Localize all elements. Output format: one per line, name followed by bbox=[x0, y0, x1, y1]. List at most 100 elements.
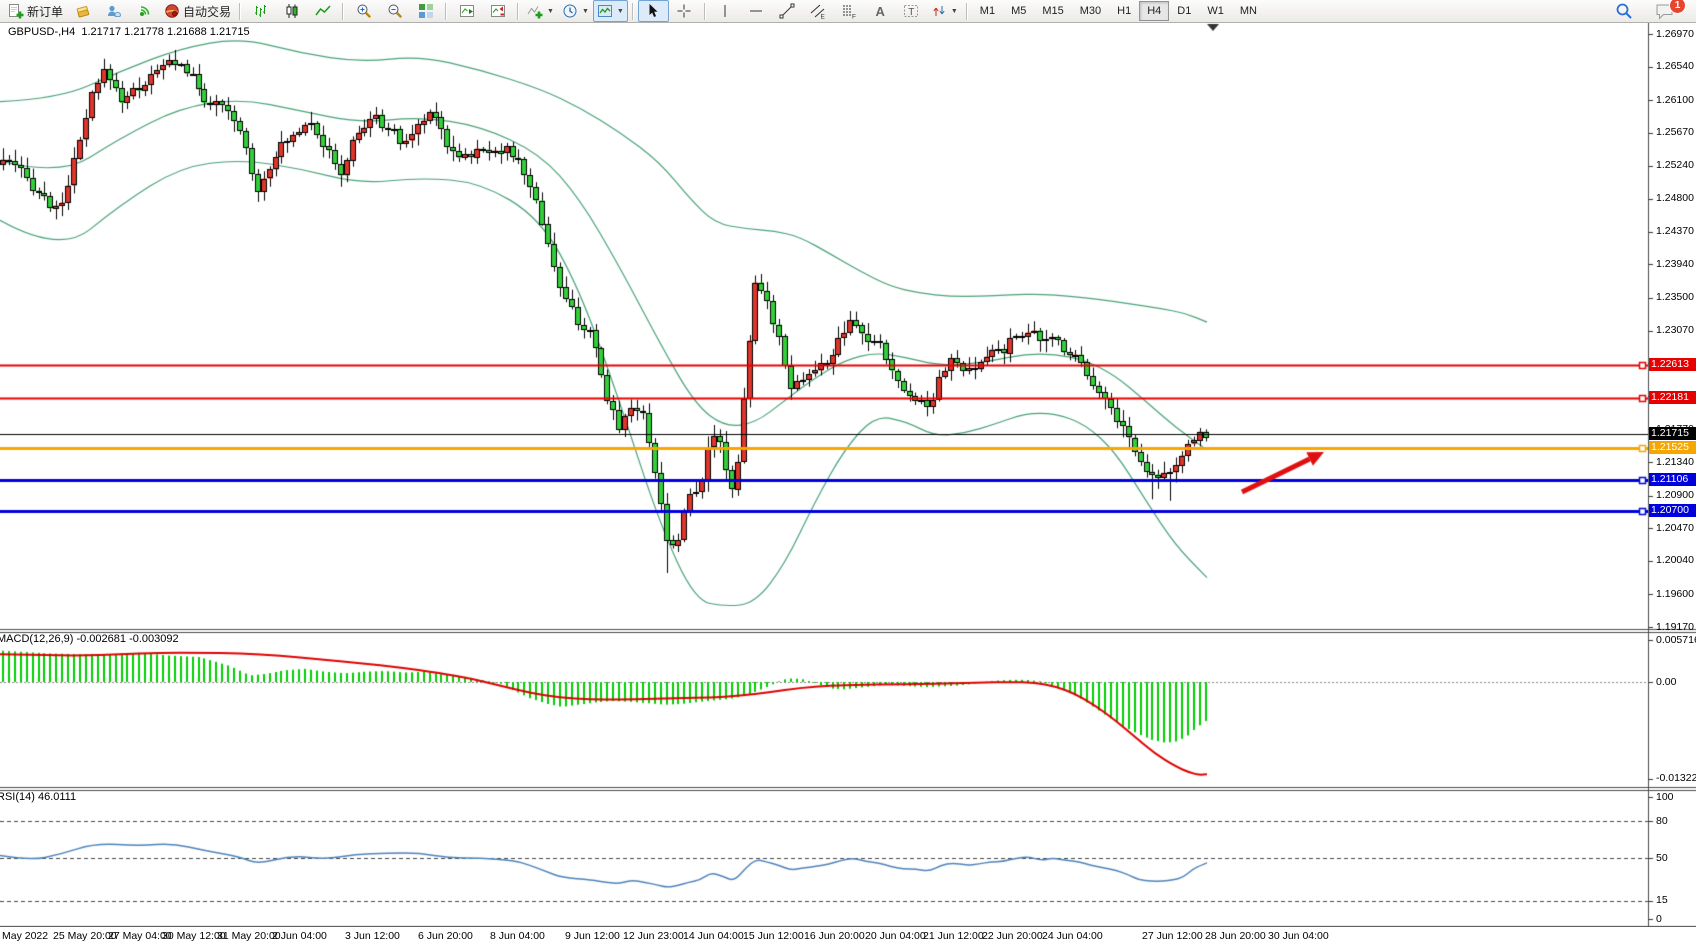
time-axis-label: 3 Jun 12:00 bbox=[345, 930, 400, 942]
timeframe-M1[interactable]: M1 bbox=[972, 1, 1003, 21]
zoom-in-button[interactable] bbox=[348, 0, 379, 22]
cloud-icon bbox=[106, 3, 122, 19]
toolbar-separator bbox=[517, 3, 519, 20]
button-label: M5 bbox=[1011, 5, 1026, 17]
fibo-icon: F bbox=[841, 3, 857, 19]
time-axis-label: 2 Jun 04:00 bbox=[272, 930, 327, 942]
mt4-window: 新订单自动交易▼▼▼EFAT▼M1M5M15M30H1H4D1W1MN1 GBP… bbox=[0, 0, 1696, 948]
trend-icon bbox=[779, 3, 795, 19]
toolbar-separator bbox=[239, 3, 241, 20]
bar-chart-mode-button[interactable] bbox=[245, 0, 276, 22]
chat-button[interactable]: 1 bbox=[1649, 0, 1680, 22]
periods-button[interactable]: ▼ bbox=[558, 0, 593, 22]
templates-button[interactable]: ▼ bbox=[593, 0, 628, 22]
toolbar-separator bbox=[966, 3, 968, 20]
button-label: H1 bbox=[1117, 5, 1131, 17]
chart-shift-button[interactable] bbox=[482, 0, 513, 22]
price-tick-label: 1.20040 bbox=[1656, 554, 1694, 566]
new-order-icon bbox=[8, 3, 24, 19]
time-axis-label: 24 Jun 04:00 bbox=[1042, 930, 1103, 942]
price-tag: 1.21525 bbox=[1649, 441, 1696, 454]
cursor-button[interactable] bbox=[638, 0, 669, 22]
button-label: 自动交易 bbox=[183, 3, 231, 20]
price-tick-label: 1.19170 bbox=[1656, 621, 1694, 633]
publish-button[interactable] bbox=[67, 0, 98, 22]
time-axis-label: 21 Jun 12:00 bbox=[923, 930, 984, 942]
vline-icon bbox=[717, 3, 733, 19]
rsi-scale-label: 50 bbox=[1656, 852, 1668, 864]
zoom-out-button[interactable] bbox=[379, 0, 410, 22]
time-axis-label: 12 Jun 23:00 bbox=[623, 930, 684, 942]
price-tick-label: 1.24370 bbox=[1656, 225, 1694, 237]
search-button[interactable] bbox=[1608, 0, 1639, 22]
timeframe-M5[interactable]: M5 bbox=[1003, 1, 1034, 21]
price-tick-label: 1.21340 bbox=[1656, 456, 1694, 468]
data-window-button[interactable] bbox=[98, 0, 129, 22]
auto-trading-button[interactable]: 自动交易 bbox=[160, 0, 235, 22]
chevron-down-icon[interactable]: ▼ bbox=[951, 8, 958, 15]
time-axis[interactable]: May 202225 May 20:0027 May 04:0030 May 1… bbox=[0, 927, 1696, 948]
button-label: M30 bbox=[1080, 5, 1101, 17]
gold-icon bbox=[75, 3, 91, 19]
button-label: MN bbox=[1240, 5, 1257, 17]
price-axis[interactable]: 1.269701.265401.261001.256701.252401.248… bbox=[1648, 22, 1696, 927]
cross-icon bbox=[676, 3, 692, 19]
price-tick-label: 1.26100 bbox=[1656, 94, 1694, 106]
equidistant-channel-button[interactable]: E bbox=[803, 0, 834, 22]
svg-text:T: T bbox=[909, 7, 915, 18]
autoscroll-icon bbox=[459, 3, 475, 19]
button-label: W1 bbox=[1207, 5, 1224, 17]
macd-label: MACD(12,26,9) -0.002681 -0.003092 bbox=[0, 633, 179, 645]
timeframe-M15[interactable]: M15 bbox=[1034, 1, 1071, 21]
vertical-line-button[interactable] bbox=[710, 0, 741, 22]
timeframe-W1[interactable]: W1 bbox=[1199, 1, 1232, 21]
macd-scale-label: 0.005716 bbox=[1656, 634, 1696, 646]
tile-windows-button[interactable] bbox=[410, 0, 441, 22]
time-axis-label: 14 Jun 04:00 bbox=[683, 930, 744, 942]
trendline-button[interactable] bbox=[772, 0, 803, 22]
new-order-button[interactable]: 新订单 bbox=[4, 0, 67, 22]
horizontal-line-button[interactable] bbox=[741, 0, 772, 22]
text-label-button[interactable]: T bbox=[896, 0, 927, 22]
indicators-button[interactable]: ▼ bbox=[523, 0, 558, 22]
price-tick-label: 1.25670 bbox=[1656, 126, 1694, 138]
timeframe-MN[interactable]: MN bbox=[1232, 1, 1265, 21]
time-axis-label: May 2022 bbox=[2, 930, 48, 942]
rsi-scale-label: 15 bbox=[1656, 894, 1668, 906]
timeframe-H4[interactable]: H4 bbox=[1139, 1, 1169, 21]
zoom-in-icon bbox=[356, 3, 372, 19]
toolbar: 新订单 自动交易 ▼ ▼ ▼ EFA T ▼ M1 M5 M15 M30 H1 H4D1 W1 MN 1 bbox=[0, 0, 1696, 23]
auto-scroll-button[interactable] bbox=[451, 0, 482, 22]
chevron-down-icon[interactable]: ▼ bbox=[547, 8, 554, 15]
candles-icon bbox=[284, 3, 300, 19]
timeframe-H1[interactable]: H1 bbox=[1109, 1, 1139, 21]
time-axis-label: 28 Jun 20:00 bbox=[1205, 930, 1266, 942]
arrows-button[interactable]: ▼ bbox=[927, 0, 962, 22]
price-tick-label: 1.24800 bbox=[1656, 192, 1694, 204]
fibonacci-button[interactable]: F bbox=[834, 0, 865, 22]
tile-icon bbox=[418, 3, 434, 19]
template-icon bbox=[597, 3, 613, 19]
time-axis-label: 8 Jun 04:00 bbox=[490, 930, 545, 942]
chevron-down-icon[interactable]: ▼ bbox=[582, 8, 589, 15]
rsi-scale-label: 80 bbox=[1656, 815, 1668, 827]
clock-icon bbox=[562, 3, 578, 19]
crosshair-button[interactable] bbox=[669, 0, 700, 22]
time-axis-label: 16 Jun 20:00 bbox=[804, 930, 865, 942]
time-axis-label: 22 Jun 20:00 bbox=[982, 930, 1043, 942]
time-axis-label: 30 Jun 04:00 bbox=[1268, 930, 1329, 942]
candlestick-mode-button[interactable] bbox=[276, 0, 307, 22]
text-button[interactable]: A bbox=[865, 0, 896, 22]
rsi-scale-label: 0 bbox=[1656, 913, 1662, 925]
time-axis-label: 20 Jun 04:00 bbox=[865, 930, 926, 942]
price-tick-label: 1.23940 bbox=[1656, 258, 1694, 270]
timeframe-D1[interactable]: D1 bbox=[1169, 1, 1199, 21]
autotrade-icon bbox=[164, 3, 180, 19]
toolbar-separator bbox=[704, 3, 706, 20]
signals-button[interactable] bbox=[129, 0, 160, 22]
chart-canvas[interactable] bbox=[0, 0, 1696, 948]
chevron-down-icon[interactable]: ▼ bbox=[617, 8, 624, 15]
line-chart-mode-button[interactable] bbox=[307, 0, 338, 22]
toolbar-separator bbox=[445, 3, 447, 20]
timeframe-M30[interactable]: M30 bbox=[1072, 1, 1109, 21]
